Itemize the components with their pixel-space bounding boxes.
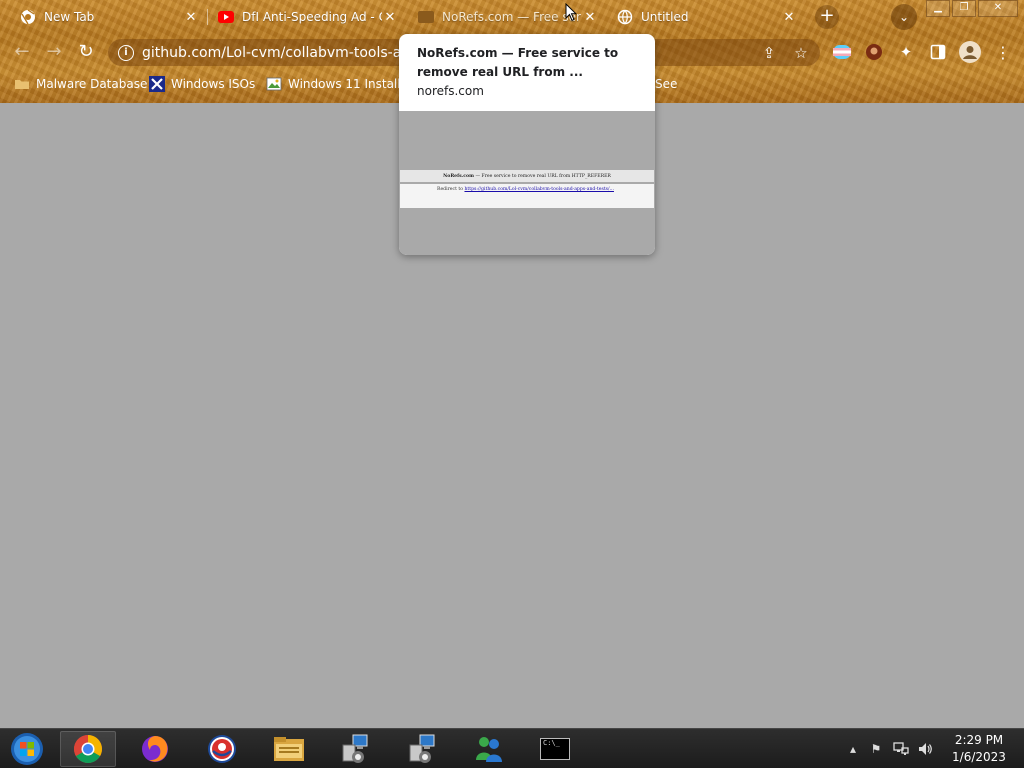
side-panel-icon[interactable] bbox=[928, 42, 948, 62]
network-setup-icon bbox=[342, 734, 368, 763]
mouse-cursor-icon bbox=[565, 3, 577, 22]
tab-strip: New Tab ✕ DfI Anti-Speeding Ad - C ✕ NoR… bbox=[0, 0, 1024, 34]
command-prompt-icon: C:\_ bbox=[540, 738, 570, 760]
hover-card-preview: NoRefs.com — Free service to remove real… bbox=[399, 111, 655, 255]
bookmark-malware-database[interactable]: Malware Database bbox=[14, 75, 147, 93]
preview-redirect-label: Redirect to bbox=[437, 187, 463, 192]
taskbar-opera[interactable] bbox=[194, 731, 250, 767]
firefox-icon bbox=[142, 736, 168, 762]
tab-title: DfI Anti-Speeding Ad - C bbox=[242, 10, 382, 24]
bookmark-label: Windows 11 Installer bbox=[288, 77, 413, 91]
folder-icon bbox=[14, 76, 30, 92]
system-clock[interactable]: 2:29 PM 1/6/2023 bbox=[944, 732, 1014, 766]
taskbar-network-setup-2[interactable] bbox=[394, 731, 450, 767]
tab-search-button[interactable]: ⌄ bbox=[891, 4, 917, 30]
x-icon bbox=[149, 76, 165, 92]
network-setup-icon bbox=[409, 734, 435, 763]
restore-button[interactable]: ❐ bbox=[952, 0, 976, 17]
show-hidden-icons[interactable]: ▴ bbox=[845, 741, 861, 757]
start-orb-icon bbox=[11, 733, 43, 765]
preview-header: NoRefs.com — Free service to remove real… bbox=[400, 170, 654, 182]
bookmark-windows-isos[interactable]: Windows ISOs bbox=[149, 75, 255, 93]
bookmark-label: Windows ISOs bbox=[171, 77, 256, 91]
page-icon bbox=[418, 9, 434, 25]
clock-date: 1/6/2023 bbox=[952, 750, 1006, 764]
close-window-button[interactable]: ✕ bbox=[978, 0, 1018, 17]
preview-redirect-link: https://github.com/Lol-cvm/collabvm-tool… bbox=[464, 187, 614, 192]
extension-flag-icon[interactable] bbox=[832, 42, 852, 62]
taskbar-network-setup-1[interactable] bbox=[327, 731, 383, 767]
close-tab-icon[interactable]: ✕ bbox=[382, 9, 398, 25]
reload-button[interactable]: ↻ bbox=[74, 40, 98, 64]
forward-button[interactable]: → bbox=[42, 40, 66, 64]
bookmark-windows-11-installer[interactable]: Windows 11 Installer bbox=[266, 75, 413, 93]
volume-icon[interactable] bbox=[917, 741, 933, 757]
address-url[interactable]: github.com/Lol-cvm/collabvm-tools-and bbox=[142, 45, 432, 61]
bookmark-label: See bbox=[655, 77, 678, 91]
close-tab-icon[interactable]: ✕ bbox=[582, 9, 598, 25]
start-button[interactable] bbox=[0, 731, 54, 767]
profile-avatar-icon[interactable] bbox=[958, 40, 982, 64]
bookmark-star-icon[interactable]: ☆ bbox=[792, 44, 810, 62]
youtube-icon bbox=[218, 9, 234, 25]
preview-header-text: — Free service to remove real URL from H… bbox=[475, 173, 611, 179]
hover-card-domain: norefs.com bbox=[417, 84, 484, 98]
messenger-icon bbox=[476, 737, 502, 762]
hover-card-title: NoRefs.com — Free service to remove real… bbox=[417, 46, 619, 79]
network-icon[interactable] bbox=[893, 741, 909, 757]
taskbar: C:\_ ▴ ⚑ 2:29 PM 1/6/2023 bbox=[0, 728, 1024, 768]
close-tab-icon[interactable]: ✕ bbox=[781, 9, 797, 25]
taskbar-firefox[interactable] bbox=[127, 731, 183, 767]
bookmark-label: Malware Database bbox=[36, 77, 148, 91]
extension-avatar-icon[interactable] bbox=[864, 42, 884, 62]
clock-time: 2:29 PM bbox=[954, 733, 1004, 747]
extensions-puzzle-icon[interactable]: ✦ bbox=[896, 42, 916, 62]
chrome-menu-icon[interactable]: ⋮ bbox=[993, 42, 1013, 62]
tab-new-tab[interactable]: New Tab ✕ bbox=[0, 0, 205, 34]
close-tab-icon[interactable]: ✕ bbox=[183, 9, 199, 25]
minimize-button[interactable]: ▁ bbox=[926, 0, 950, 17]
file-explorer-icon bbox=[274, 737, 304, 761]
command-prompt-label: C:\_ bbox=[543, 739, 560, 747]
taskbar-messenger[interactable] bbox=[461, 731, 517, 767]
tab-title: New Tab bbox=[44, 10, 95, 24]
preview-site-name: NoRefs.com bbox=[443, 173, 474, 179]
tab-title: NoRefs.com — Free ser bbox=[442, 10, 581, 24]
bookmark-see[interactable]: See bbox=[655, 75, 677, 93]
opera-icon bbox=[208, 735, 236, 763]
chrome-icon bbox=[20, 9, 36, 25]
action-center-flag-icon[interactable]: ⚑ bbox=[868, 741, 884, 757]
taskbar-chrome[interactable] bbox=[60, 731, 116, 767]
tab-youtube[interactable]: DfI Anti-Speeding Ad - C ✕ bbox=[198, 0, 404, 34]
tab-hover-card: NoRefs.com — Free service to remove real… bbox=[399, 34, 655, 255]
preview-body: Redirect to https://github.com/Lol-cvm/c… bbox=[400, 184, 654, 208]
share-icon[interactable]: ⇪ bbox=[760, 44, 778, 62]
window-controls: ▁ ❐ ✕ bbox=[924, 0, 1018, 17]
new-tab-button[interactable]: + bbox=[815, 5, 839, 29]
taskbar-file-explorer[interactable] bbox=[261, 731, 317, 767]
chrome-icon bbox=[74, 735, 102, 763]
site-info-icon[interactable]: i bbox=[118, 44, 134, 61]
tab-title: Untitled bbox=[641, 10, 689, 24]
image-icon bbox=[266, 76, 282, 92]
back-button[interactable]: ← bbox=[10, 40, 34, 64]
globe-icon bbox=[617, 9, 633, 25]
taskbar-command-prompt[interactable]: C:\_ bbox=[527, 731, 583, 767]
tab-untitled[interactable]: Untitled ✕ bbox=[597, 0, 803, 34]
